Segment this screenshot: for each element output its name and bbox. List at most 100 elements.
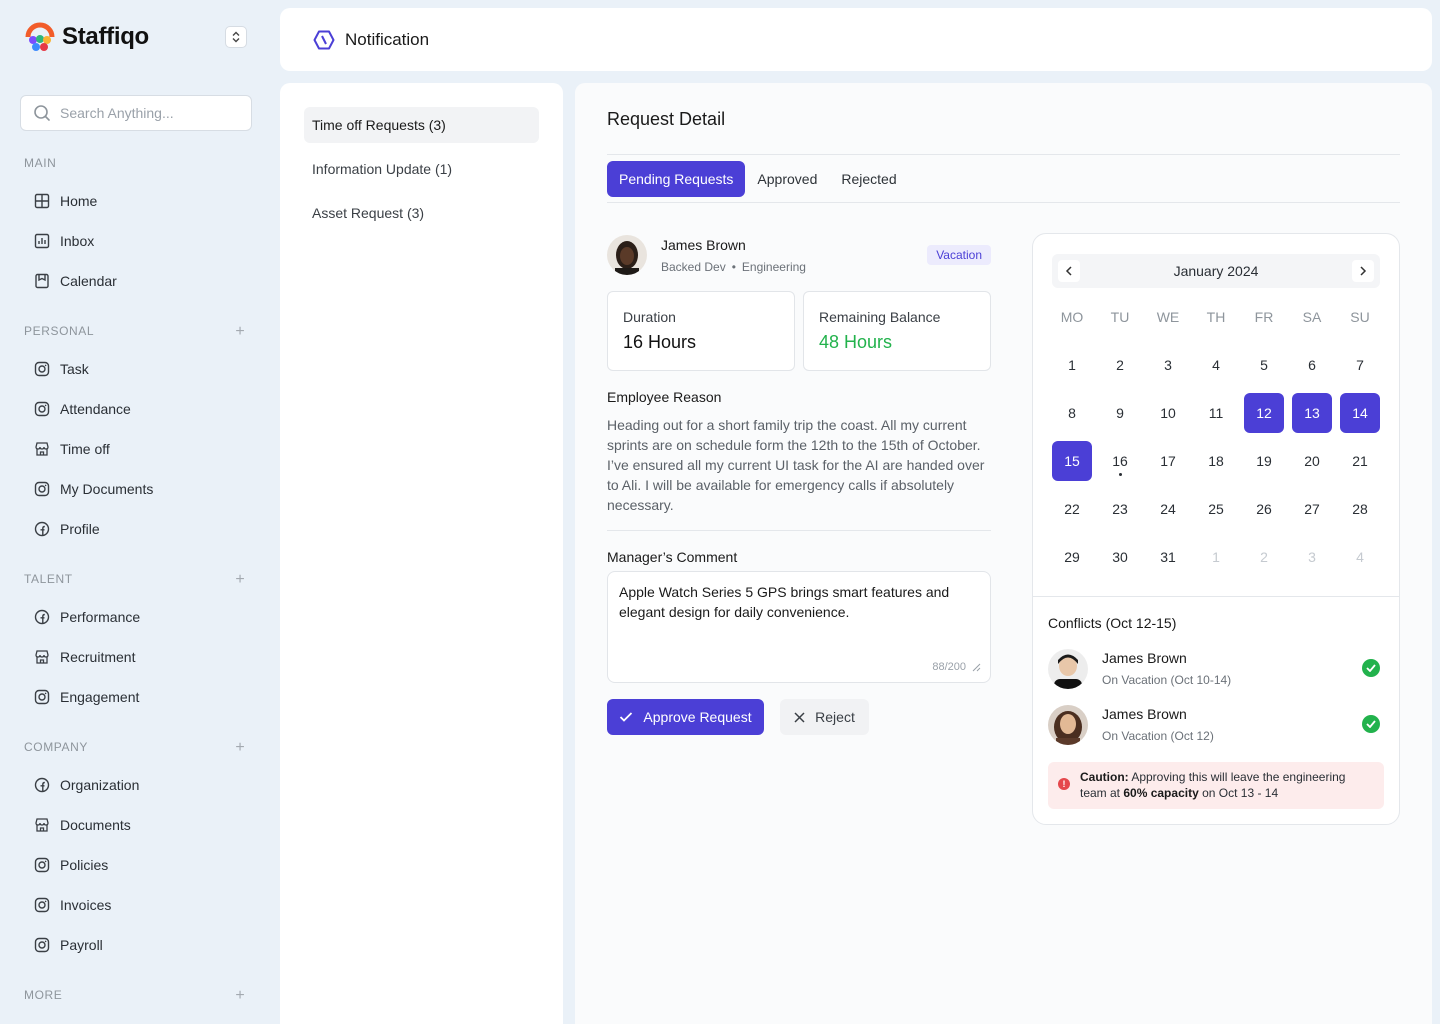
sidebar-item-task[interactable]: Task [24,353,248,385]
request-type-information-update[interactable]: Information Update (1) [304,151,539,187]
avatar [1048,649,1088,689]
calendar-day[interactable]: 3 [1292,537,1332,577]
workspace-switcher-button[interactable] [225,26,247,48]
request-type-time-off[interactable]: Time off Requests (3) [304,107,539,143]
conflicts-title: Conflicts (Oct 12-15) [1048,615,1177,631]
sidebar-item-calendar[interactable]: Calendar [24,265,248,297]
calendar-day-number: 15 [1064,453,1080,469]
calendar-day[interactable]: 18 [1196,441,1236,481]
nav-section-label: TALENT [24,572,73,586]
conflict-name: James Brown [1102,650,1187,666]
request-type-asset-request[interactable]: Asset Request (3) [304,195,539,231]
sidebar-item-invoices[interactable]: Invoices [24,889,248,921]
sidebar-item-policies[interactable]: Policies [24,849,248,881]
sidebar-item-label: Documents [60,817,131,833]
calendar-day[interactable]: 2 [1100,345,1140,385]
sidebar-item-engagement[interactable]: Engagement [24,681,248,713]
calendar-day[interactable]: 29 [1052,537,1092,577]
sidebar-item-inbox[interactable]: Inbox [24,225,248,257]
calendar-day[interactable]: 8 [1052,393,1092,433]
calendar-day-number: 21 [1352,453,1368,469]
calendar-day[interactable]: 3 [1148,345,1188,385]
employee-meta: Backed Dev • Engineering [661,260,806,274]
calendar-day[interactable]: 11 [1196,393,1236,433]
calendar-day[interactable]: 10 [1148,393,1188,433]
tab-pending-requests[interactable]: Pending Requests [607,161,746,197]
calendar-day[interactable]: 23 [1100,489,1140,529]
calendar-day[interactable]: 24 [1148,489,1188,529]
calendar-day[interactable]: 16 [1100,441,1140,481]
tab-approved[interactable]: Approved [745,161,829,197]
page-title: Notification [345,29,430,49]
sidebar-item-my-documents[interactable]: My Documents [24,473,248,505]
request-detail-panel: Request Detail Pending Requests Approved… [575,83,1432,1024]
calendar-day[interactable]: 17 [1148,441,1188,481]
calendar-day[interactable]: 14 [1340,393,1380,433]
calendar-day[interactable]: 1 [1196,537,1236,577]
resize-handle-icon[interactable] [972,663,981,672]
top-header: Notification [280,8,1432,71]
reject-button[interactable]: Reject [780,699,869,735]
sidebar-item-performance[interactable]: Performance [24,601,248,633]
calendar-day-number: 24 [1160,501,1176,517]
calendar-day[interactable]: 2 [1244,537,1284,577]
add-icon[interactable]: + [233,572,247,588]
caution-alert: ! Caution: Approving this will leave the… [1048,762,1384,809]
calendar-day[interactable]: 26 [1244,489,1284,529]
search-bar[interactable] [20,95,252,131]
prev-month-button[interactable] [1058,260,1080,282]
calendar-day-number: 17 [1160,453,1176,469]
request-type-list: Time off Requests (3) Information Update… [280,83,563,1024]
calendar-day[interactable]: 13 [1292,393,1332,433]
calendar-day-number: 7 [1356,357,1364,373]
calendar-day[interactable]: 28 [1340,489,1380,529]
sidebar-item-recruitment[interactable]: Recruitment [24,641,248,673]
calendar-day[interactable]: 22 [1052,489,1092,529]
calendar-day[interactable]: 20 [1292,441,1332,481]
add-icon[interactable]: + [233,740,247,756]
next-month-button[interactable] [1352,260,1374,282]
tab-rejected[interactable]: Rejected [829,161,908,197]
search-input[interactable] [60,105,230,121]
store-icon [34,649,50,665]
sidebar-item-payroll[interactable]: Payroll [24,929,248,961]
manager-comment-field[interactable]: Apple Watch Series 5 GPS brings smart fe… [607,571,991,683]
calendar-day[interactable]: 9 [1100,393,1140,433]
bookmark-icon [34,273,50,289]
calendar-day-number: 19 [1256,453,1272,469]
conflict-item[interactable]: James Brown On Vacation (Oct 12) [1048,705,1384,745]
conflict-item[interactable]: James Brown On Vacation (Oct 10-14) [1048,649,1384,689]
approve-request-button[interactable]: Approve Request [607,699,764,735]
brand[interactable]: Staffiqo [24,20,149,54]
sidebar-item-documents[interactable]: Documents [24,809,248,841]
add-icon[interactable]: + [233,324,247,340]
calendar-day[interactable]: 7 [1340,345,1380,385]
calendar-day[interactable]: 25 [1196,489,1236,529]
calendar-day-number: 14 [1352,405,1368,421]
camera-icon [34,689,50,705]
employee-department: Engineering [741,260,806,274]
sidebar-item-time-off[interactable]: Time off [24,433,248,465]
sidebar-item-home[interactable]: Home [24,185,248,217]
calendar-day[interactable]: 15 [1052,441,1092,481]
calendar-day[interactable]: 4 [1340,537,1380,577]
calendar-day[interactable]: 12 [1244,393,1284,433]
calendar-day[interactable]: 21 [1340,441,1380,481]
sidebar-item-organization[interactable]: Organization [24,769,248,801]
calendar-day[interactable]: 1 [1052,345,1092,385]
calendar-day[interactable]: 5 [1244,345,1284,385]
calendar-day-number: 13 [1304,405,1320,421]
sidebar-item-attendance[interactable]: Attendance [24,393,248,425]
calendar-day[interactable]: 27 [1292,489,1332,529]
calendar-day-number: 11 [1208,405,1224,421]
calendar-day[interactable]: 31 [1148,537,1188,577]
manager-comment-text[interactable]: Apple Watch Series 5 GPS brings smart fe… [619,582,979,622]
sidebar-item-profile[interactable]: Profile [24,513,248,545]
approve-label: Approve Request [643,709,752,725]
sidebar-item-label: Recruitment [60,649,136,665]
calendar-day[interactable]: 4 [1196,345,1236,385]
calendar-day[interactable]: 30 [1100,537,1140,577]
add-icon[interactable]: + [233,988,247,1004]
calendar-day[interactable]: 19 [1244,441,1284,481]
calendar-day[interactable]: 6 [1292,345,1332,385]
